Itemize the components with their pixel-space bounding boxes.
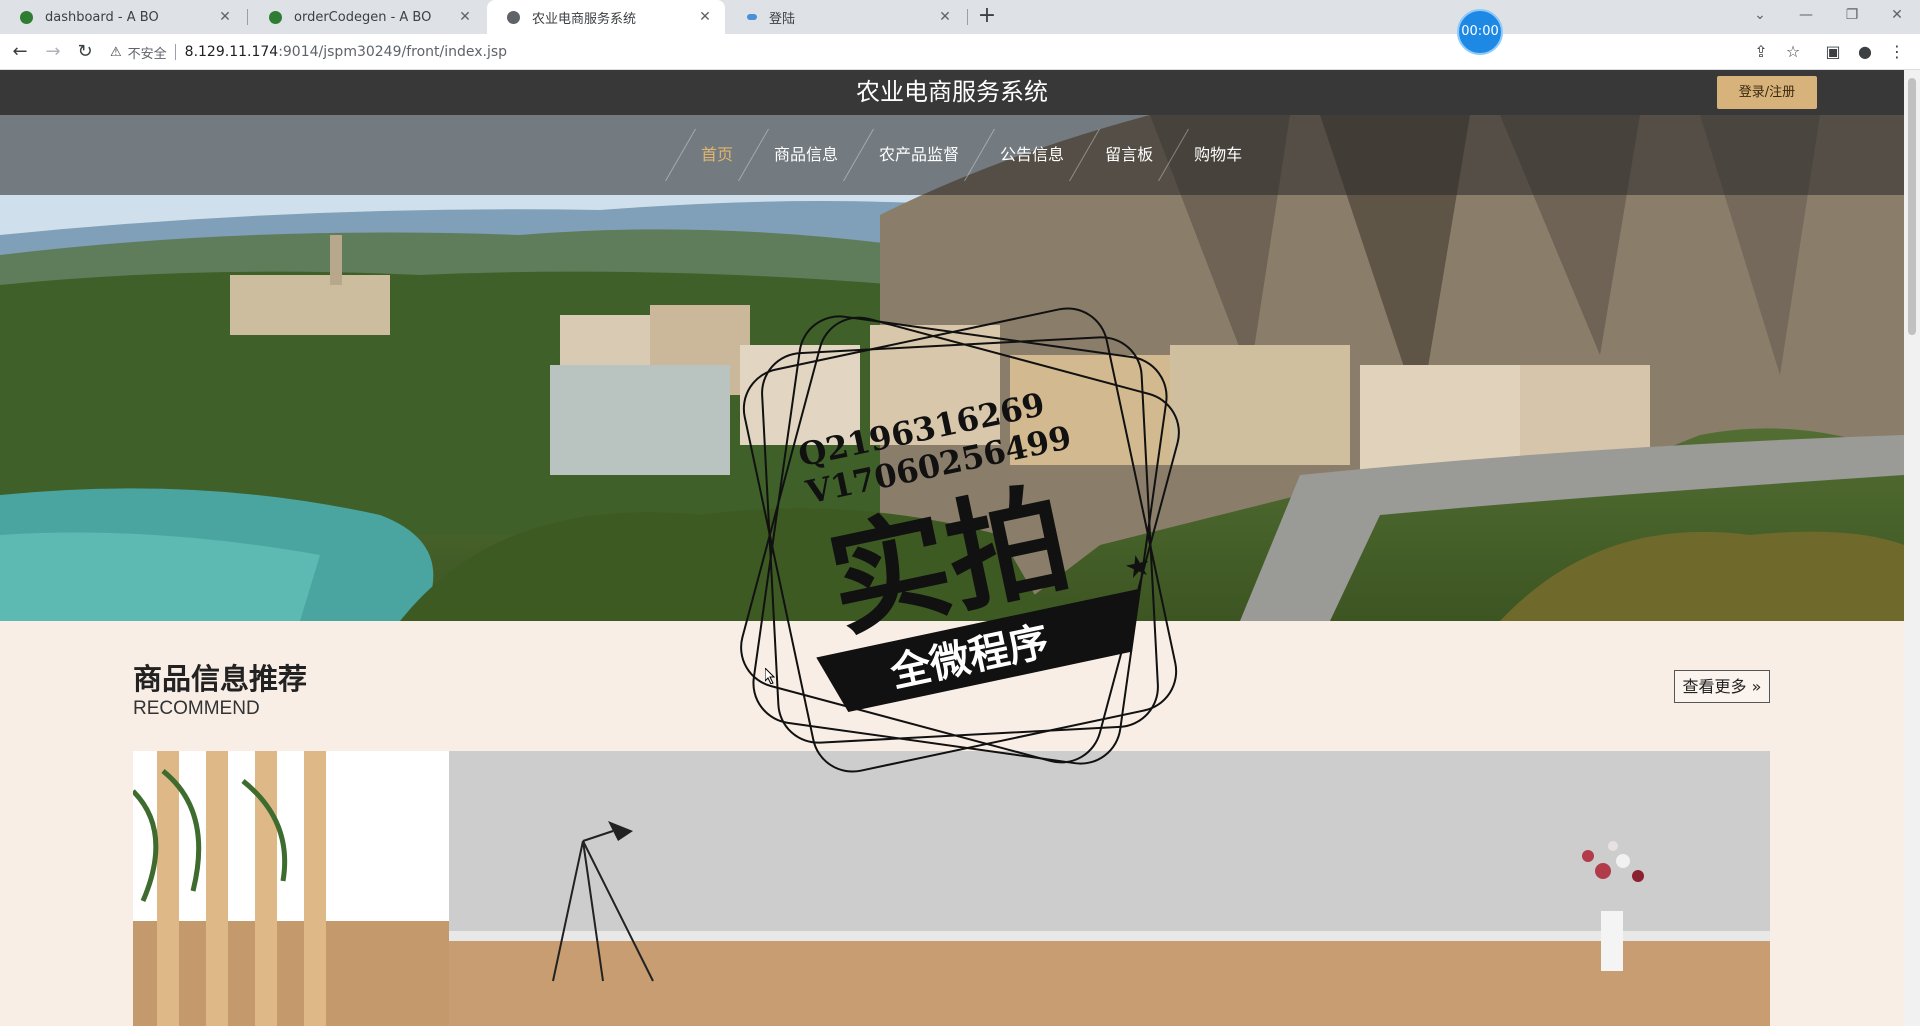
bookmark-star-icon[interactable]: ☆ — [1781, 40, 1805, 64]
page-scrollbar[interactable] — [1904, 70, 1920, 1026]
share-icon[interactable]: ⇪ — [1749, 40, 1773, 64]
nav-item-products[interactable]: 商品信息 — [754, 115, 858, 195]
close-icon[interactable]: ✕ — [455, 7, 475, 27]
loading-favicon-icon — [747, 14, 757, 20]
vue-favicon-icon — [269, 10, 282, 24]
tab-divider — [247, 9, 248, 25]
nav-item-home[interactable]: 首页 — [681, 115, 753, 195]
url-path[interactable]: :9014/jspm30249/front/index.jsp — [278, 44, 507, 60]
nav-items: 首页 商品信息 农产品监督 公告信息 留言板 购物车 — [665, 115, 1262, 195]
browser-tabbar: dashboard - A BO ✕ orderCodegen - A BO ✕… — [0, 0, 1920, 34]
side-panel-icon[interactable]: ▣ — [1821, 40, 1845, 64]
restore-button[interactable]: ❐ — [1829, 0, 1875, 30]
url-host[interactable]: 8.129.11.174 — [185, 44, 279, 60]
recommend-subtitle: RECOMMEND — [133, 698, 260, 719]
tab-login[interactable]: 登陆 ✕ — [727, 0, 965, 34]
nav-item-supervision[interactable]: 农产品监督 — [859, 115, 979, 195]
globe-favicon-icon — [507, 10, 520, 24]
tab-dashboard[interactable]: dashboard - A BO ✕ — [0, 0, 245, 34]
tab-title: 登陆 — [769, 11, 796, 27]
reload-button[interactable]: ↻ — [73, 40, 97, 64]
main-nav: 首页 商品信息 农产品监督 公告信息 留言板 购物车 — [0, 115, 1904, 195]
mouse-cursor-icon — [765, 668, 775, 684]
address-bar: ← → ↻ ⚠ 不安全 8.129.11.174:9014/jspm30249/… — [0, 34, 1920, 70]
close-icon[interactable]: ✕ — [935, 7, 955, 27]
tab-divider — [967, 9, 968, 25]
web-page: 农业电商服务系统 登录/注册 首页 商品信息 农产品监督 公告信息 留言板 购物… — [0, 70, 1904, 1026]
nav-item-messages[interactable]: 留言板 — [1085, 115, 1173, 195]
recommend-title: 商品信息推荐 — [133, 662, 308, 696]
window-close-button[interactable]: ✕ — [1874, 0, 1920, 30]
tab-ordercodegen[interactable]: orderCodegen - A BO ✕ — [249, 0, 485, 34]
site-title: 农业电商服务系统 — [856, 78, 1048, 106]
site-header: 农业电商服务系统 登录/注册 — [0, 70, 1904, 115]
nav-item-cart[interactable]: 购物车 — [1174, 115, 1262, 195]
new-tab-button[interactable]: + — [974, 4, 1000, 30]
url-divider — [174, 44, 176, 60]
tab-title: orderCodegen - A BO — [294, 9, 432, 25]
back-button[interactable]: ← — [8, 40, 32, 64]
tab-agri-system[interactable]: 农业电商服务系统 ✕ — [487, 0, 725, 34]
login-register-button[interactable]: 登录/注册 — [1717, 76, 1817, 109]
menu-kebab-icon[interactable]: ⋮ — [1885, 40, 1909, 64]
nav-item-notices[interactable]: 公告信息 — [980, 115, 1084, 195]
scrollbar-thumb[interactable] — [1908, 78, 1916, 335]
profile-icon[interactable]: ● — [1853, 40, 1877, 64]
recommend-showcase-image[interactable] — [133, 751, 1770, 1026]
tab-title: dashboard - A BO — [45, 9, 159, 25]
warning-icon[interactable]: ⚠ — [110, 45, 122, 60]
url-field[interactable]: ⚠ 不安全 8.129.11.174:9014/jspm30249/front/… — [110, 38, 1750, 66]
insecure-label[interactable]: 不安全 — [128, 43, 167, 62]
recording-timer[interactable]: 00:00 — [1457, 9, 1503, 55]
view-more-button[interactable]: 查看更多 » — [1674, 670, 1770, 703]
minimize-button[interactable]: — — [1783, 0, 1829, 30]
tab-search-icon[interactable]: ⌄ — [1737, 0, 1783, 30]
vue-favicon-icon — [20, 10, 33, 24]
close-icon[interactable]: ✕ — [215, 7, 235, 27]
forward-button[interactable]: → — [41, 40, 65, 64]
tab-title: 农业电商服务系统 — [532, 11, 637, 27]
close-icon[interactable]: ✕ — [695, 7, 715, 27]
room-interior-image — [133, 751, 1770, 1026]
